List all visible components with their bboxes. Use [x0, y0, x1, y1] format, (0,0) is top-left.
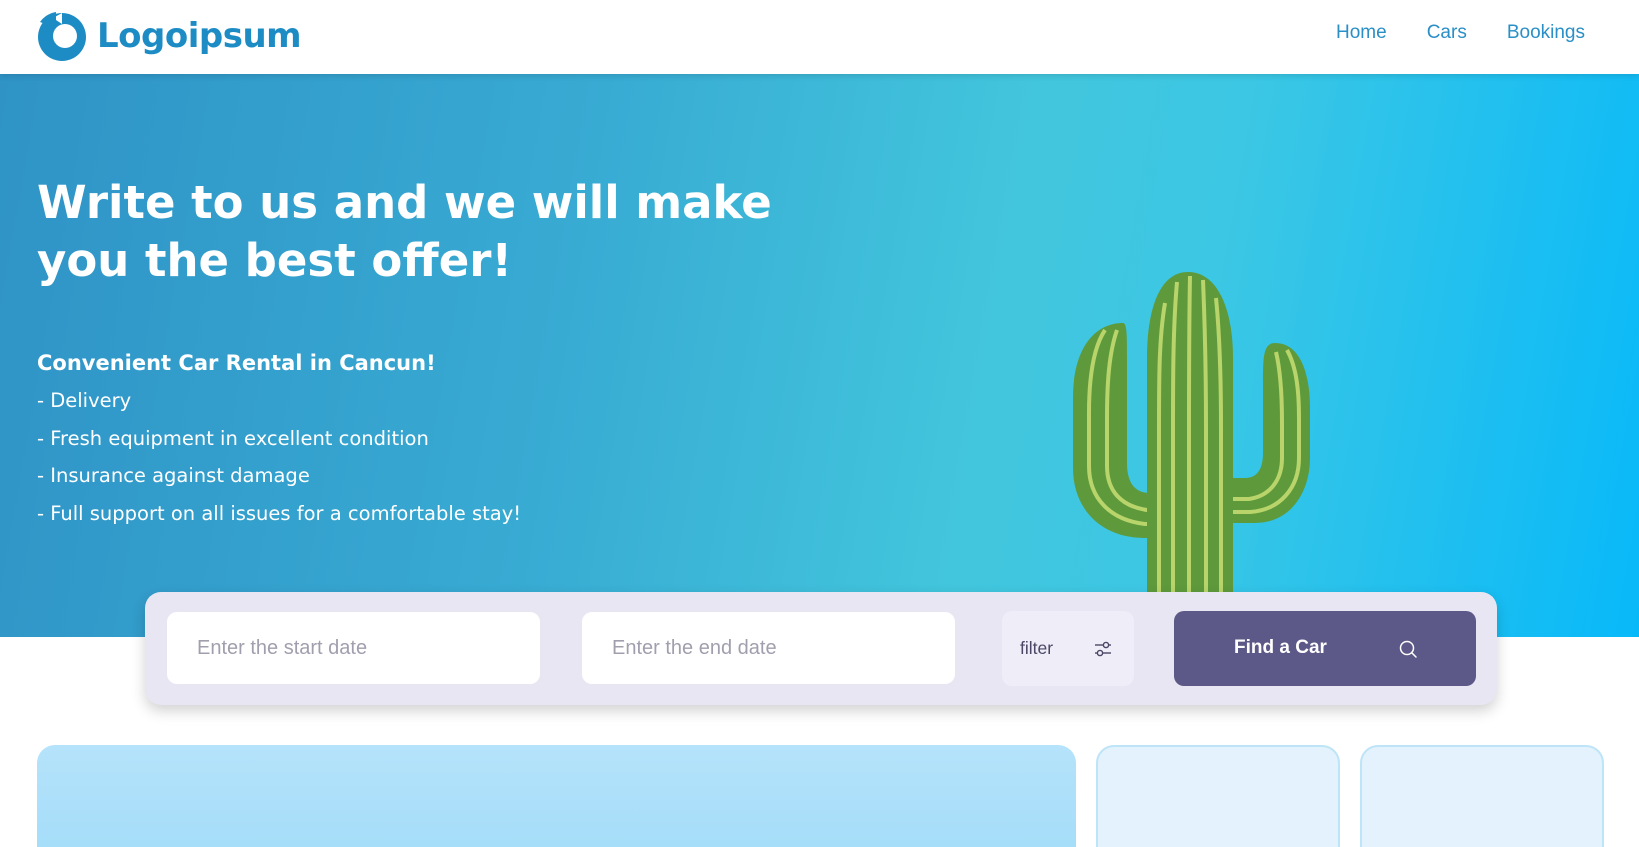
- featured-card[interactable]: [37, 745, 1076, 847]
- start-date-input[interactable]: [167, 612, 540, 684]
- find-car-label: Find a Car: [1234, 637, 1327, 658]
- filter-button[interactable]: filter: [1002, 611, 1134, 686]
- end-date-input[interactable]: [582, 612, 955, 684]
- filter-label: filter: [1020, 638, 1054, 658]
- site-header: Logoipsum Home Cars Bookings: [0, 0, 1639, 74]
- feature-item: - Fresh equipment in excellent condition: [37, 426, 429, 450]
- sliders-icon: [1095, 641, 1111, 657]
- main-nav: Home Cars Bookings: [1336, 22, 1585, 44]
- feature-item: - Full support on all issues for a comfo…: [37, 501, 522, 525]
- find-car-button[interactable]: Find a Car: [1174, 611, 1476, 686]
- logo-mark-icon: [38, 12, 86, 61]
- logo[interactable]: Logoipsum: [36, 10, 302, 62]
- info-card[interactable]: [1096, 745, 1340, 847]
- nav-bookings[interactable]: Bookings: [1507, 22, 1585, 44]
- cactus-icon: [1073, 272, 1310, 637]
- search-icon: [1399, 640, 1417, 658]
- hero-title: Write to us and we will make you the bes…: [37, 176, 772, 287]
- feature-item: - Insurance against damage: [37, 464, 310, 487]
- feature-item: - Delivery: [37, 389, 132, 412]
- hero-subtitle: Convenient Car Rental in Cancun!: [37, 351, 436, 375]
- nav-cars[interactable]: Cars: [1427, 22, 1467, 44]
- logo-text: Logoipsum: [97, 16, 302, 56]
- feature-list: - Delivery - Fresh equipment in excellen…: [37, 382, 521, 532]
- search-bar: filter Find a Car: [145, 592, 1497, 705]
- nav-home[interactable]: Home: [1336, 22, 1387, 44]
- hero-banner: Write to us and we will make you the bes…: [0, 74, 1639, 637]
- info-card[interactable]: [1360, 745, 1604, 847]
